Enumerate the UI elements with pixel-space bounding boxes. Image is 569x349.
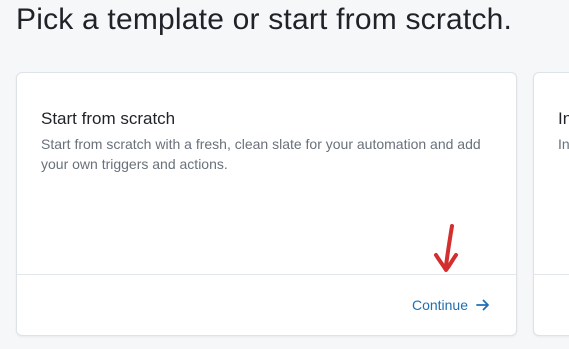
card-divider (17, 274, 516, 275)
template-card-start-from-scratch[interactable]: Start from scratch Start from scratch wi… (16, 72, 517, 336)
continue-button[interactable]: Continue (412, 295, 490, 315)
continue-label: Continue (411, 297, 468, 313)
card-divider (534, 274, 569, 275)
page-title: Pick a template or start from scratch. (16, 3, 513, 36)
card-description: Start from scratch with a fresh, clean s… (41, 136, 481, 172)
card-title: In (558, 109, 569, 128)
template-card-next[interactable]: In In (533, 72, 569, 336)
arrow-right-icon (476, 298, 490, 312)
card-title: Start from scratch (41, 109, 176, 128)
template-picker-page: Pick a template or start from scratch. S… (0, 0, 569, 349)
card-description: In (558, 136, 569, 152)
